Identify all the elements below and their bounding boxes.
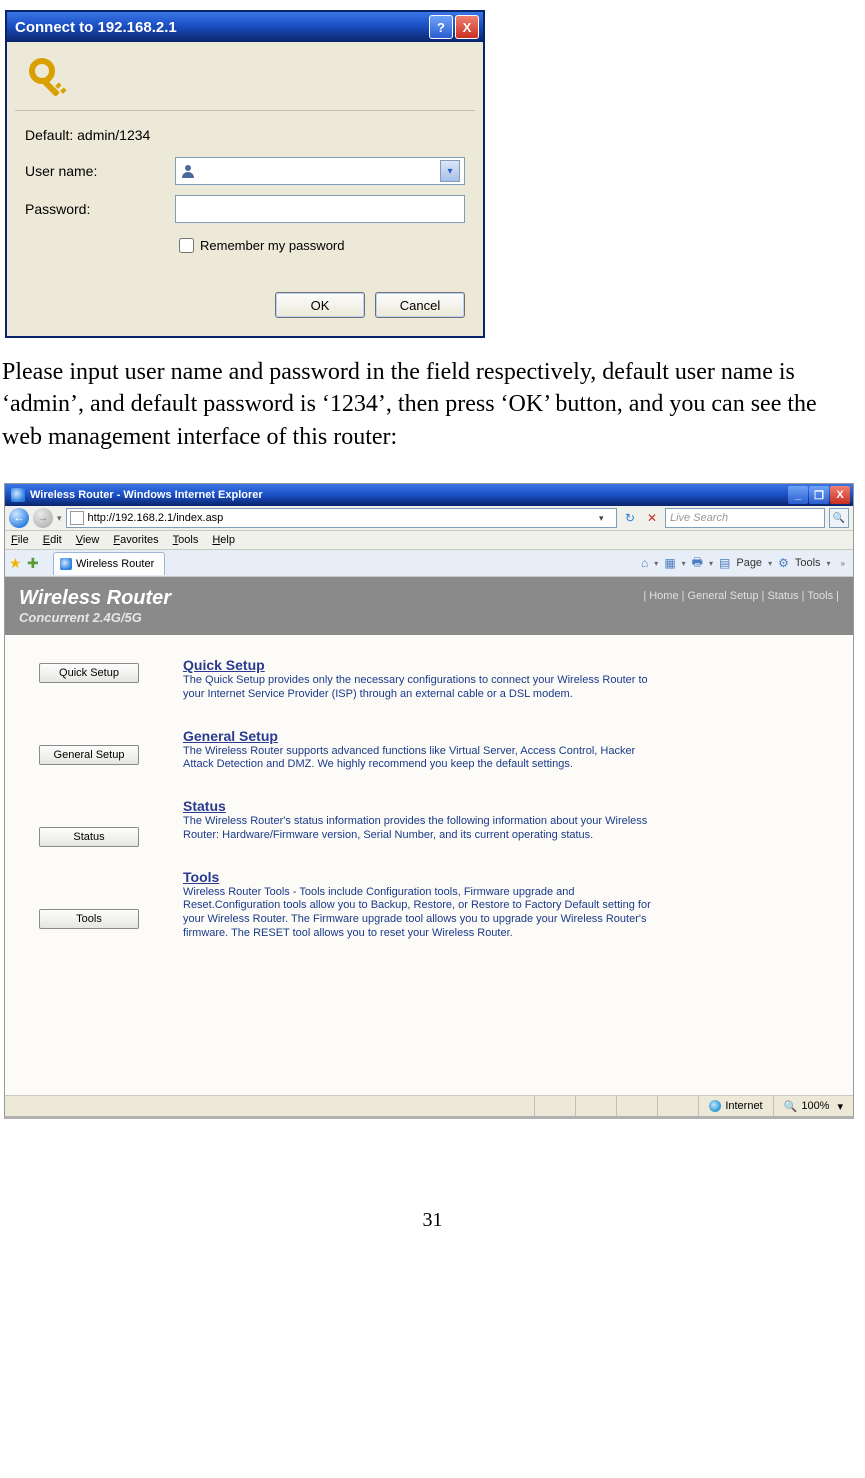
menu-favorites[interactable]: Favorites xyxy=(113,534,158,546)
browser-menubar: File Edit View Favorites Tools Help xyxy=(5,531,853,550)
overflow-icon[interactable]: » xyxy=(841,559,845,568)
browser-titlebar: Wireless Router - Windows Internet Explo… xyxy=(5,484,853,506)
zoom-dropdown-icon[interactable]: ▾ xyxy=(837,1100,843,1113)
ie-icon xyxy=(11,488,25,502)
status-zone: Internet xyxy=(698,1096,772,1116)
password-label: Password: xyxy=(25,201,175,217)
home-icon[interactable]: ⌂ xyxy=(641,556,648,570)
sidebar-btn-status[interactable]: Status xyxy=(39,827,139,847)
status-zone-label: Internet xyxy=(725,1100,762,1112)
section-general-setup: General Setup The Wireless Router suppor… xyxy=(183,728,653,773)
section-body: The Wireless Router supports advanced fu… xyxy=(183,745,653,773)
search-placeholder: Live Search xyxy=(670,512,728,524)
router-body: Quick Setup General Setup Status Tools Q… xyxy=(5,635,853,1095)
browser-window-title: Wireless Router - Windows Internet Explo… xyxy=(30,489,787,501)
browser-navbar: ← → ▾ http://192.168.2.1/index.asp ▾ ↻ ✕… xyxy=(5,506,853,531)
sidebar-btn-tools[interactable]: Tools xyxy=(39,909,139,929)
page-number: 31 xyxy=(0,1209,865,1232)
browser-window: Wireless Router - Windows Internet Explo… xyxy=(4,483,854,1119)
keys-icon xyxy=(25,54,73,102)
page-menu-icon[interactable]: ▤ xyxy=(719,556,730,570)
search-go-button[interactable]: 🔍 xyxy=(829,508,849,528)
forward-button[interactable]: → xyxy=(33,508,53,528)
stop-button[interactable]: ✕ xyxy=(643,509,661,527)
chevron-down-icon[interactable]: ▾ xyxy=(440,160,460,182)
password-field[interactable] xyxy=(175,195,465,223)
favorites-star-icon[interactable]: ★ xyxy=(9,555,25,571)
remember-label: Remember my password xyxy=(200,238,345,253)
auth-dialog-titlebar: Connect to 192.168.2.1 ? X xyxy=(7,12,483,42)
back-button[interactable]: ← xyxy=(9,508,29,528)
username-label: User name: xyxy=(25,163,175,179)
help-button[interactable]: ? xyxy=(429,15,453,39)
maximize-button[interactable]: ❐ xyxy=(809,486,829,504)
tools-menu-icon[interactable]: ⚙ xyxy=(778,556,789,570)
menu-help[interactable]: Help xyxy=(212,534,235,546)
router-main: Quick Setup The Quick Setup provides onl… xyxy=(173,635,853,1095)
router-top-nav[interactable]: | Home | General Setup | Status | Tools … xyxy=(643,590,839,602)
section-quick-setup: Quick Setup The Quick Setup provides onl… xyxy=(183,657,653,702)
print-icon[interactable]: 🖶 xyxy=(692,553,703,574)
router-sidebar: Quick Setup General Setup Status Tools xyxy=(5,635,173,1095)
auth-dialog: Connect to 192.168.2.1 ? X Default: admi… xyxy=(5,10,485,338)
status-zoom-label: 100% xyxy=(801,1100,829,1112)
menu-view[interactable]: View xyxy=(76,534,100,546)
section-body: The Quick Setup provides only the necess… xyxy=(183,674,653,702)
section-status: Status The Wireless Router's status info… xyxy=(183,798,653,843)
menu-edit[interactable]: Edit xyxy=(43,534,62,546)
close-button[interactable]: X xyxy=(455,15,479,39)
username-combo[interactable]: ▾ xyxy=(175,157,465,185)
section-body: The Wireless Router's status information… xyxy=(183,815,653,843)
browser-tabbar: ★ ✚ Wireless Router ⌂▾ ▦▾ 🖶▾ ▤ Page▾ ⚙ T… xyxy=(5,550,853,577)
search-box[interactable]: Live Search xyxy=(665,508,825,528)
cmd-tools-label[interactable]: Tools xyxy=(795,557,821,569)
router-brand: Wireless Router xyxy=(19,587,171,610)
address-bar[interactable]: http://192.168.2.1/index.asp ▾ xyxy=(66,508,617,528)
ok-button[interactable]: OK xyxy=(275,292,365,318)
browser-close-button[interactable]: X xyxy=(830,486,850,504)
section-title[interactable]: Quick Setup xyxy=(183,657,653,673)
tab-favicon-icon xyxy=(60,558,72,570)
address-dropdown-icon[interactable]: ▾ xyxy=(599,513,613,524)
router-subtitle: Concurrent 2.4G/5G xyxy=(19,610,171,625)
address-url: http://192.168.2.1/index.asp xyxy=(88,512,224,524)
sidebar-btn-quick-setup[interactable]: Quick Setup xyxy=(39,663,139,683)
browser-statusbar: Internet 🔍 100% ▾ xyxy=(5,1095,853,1116)
section-title[interactable]: Status xyxy=(183,798,653,814)
section-title[interactable]: General Setup xyxy=(183,728,653,744)
instruction-paragraph: Please input user name and password in t… xyxy=(2,356,859,453)
default-credentials-hint: Default: admin/1234 xyxy=(25,127,465,143)
menu-file[interactable]: File xyxy=(11,534,29,546)
sidebar-btn-general-setup[interactable]: General Setup xyxy=(39,745,139,765)
globe-icon xyxy=(709,1100,721,1112)
tab-label: Wireless Router xyxy=(76,558,154,570)
page-icon xyxy=(70,511,84,525)
refresh-button[interactable]: ↻ xyxy=(621,509,639,527)
minimize-button[interactable]: _ xyxy=(788,486,808,504)
auth-dialog-title: Connect to 192.168.2.1 xyxy=(15,19,427,36)
section-title[interactable]: Tools xyxy=(183,869,653,885)
user-icon xyxy=(180,163,196,179)
router-header: Wireless Router Concurrent 2.4G/5G | Hom… xyxy=(5,577,853,635)
cancel-button[interactable]: Cancel xyxy=(375,292,465,318)
add-favorite-icon[interactable]: ✚ xyxy=(27,555,43,571)
menu-tools[interactable]: Tools xyxy=(173,534,199,546)
section-body: Wireless Router Tools - Tools include Co… xyxy=(183,886,653,941)
tab-wireless-router[interactable]: Wireless Router xyxy=(53,552,165,575)
cmd-page-label[interactable]: Page xyxy=(736,557,762,569)
nav-history-dropdown[interactable]: ▾ xyxy=(57,513,62,524)
status-zoom[interactable]: 🔍 100% ▾ xyxy=(773,1096,853,1116)
feeds-icon[interactable]: ▦ xyxy=(664,556,675,570)
section-tools: Tools Wireless Router Tools - Tools incl… xyxy=(183,869,653,941)
zoom-icon: 🔍 xyxy=(784,1100,798,1113)
command-bar: ⌂▾ ▦▾ 🖶▾ ▤ Page▾ ⚙ Tools▾ » xyxy=(641,553,849,574)
remember-checkbox[interactable] xyxy=(179,238,194,253)
